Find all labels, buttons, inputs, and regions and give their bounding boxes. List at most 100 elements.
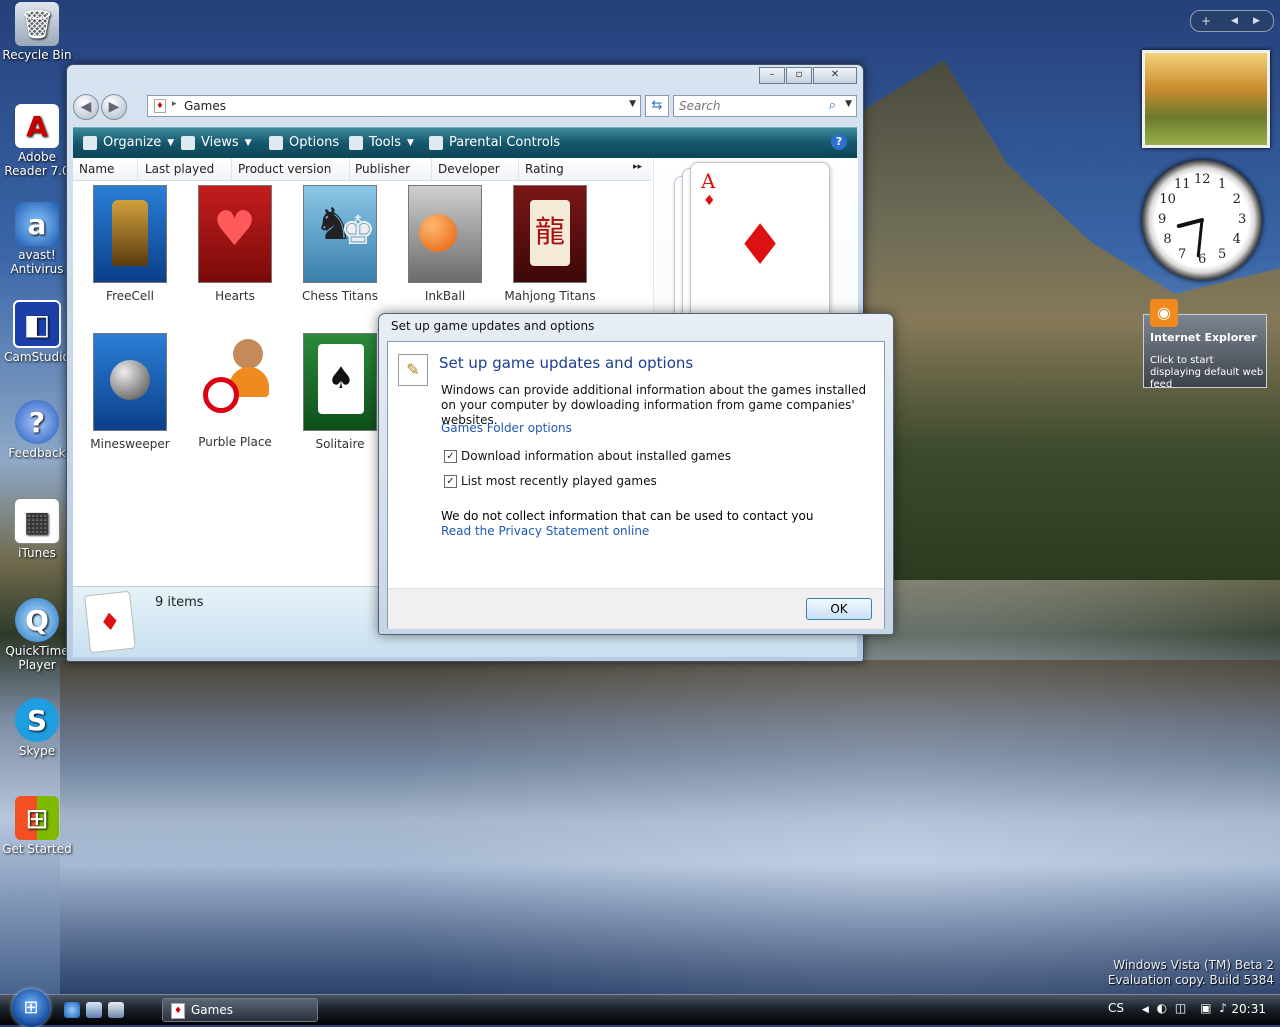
column-developer[interactable]: Developer (438, 162, 500, 176)
column-separator[interactable] (137, 158, 138, 180)
options-button[interactable]: Options (269, 135, 339, 150)
switch-windows-icon[interactable] (108, 1002, 124, 1018)
privacy-text: We do not collect information that can b… (441, 509, 814, 523)
parental-controls-button[interactable]: Parental Controls (429, 135, 560, 150)
game-label: Mahjong Titans (504, 289, 596, 303)
clock-gadget[interactable]: 12 1 2 3 4 5 6 7 8 9 10 11 (1142, 160, 1262, 280)
volume-icon[interactable]: ♪ (1219, 1001, 1227, 1015)
column-separator[interactable] (349, 158, 350, 180)
parental-controls-label: Parental Controls (449, 135, 561, 150)
chevron-down-icon: ▼ (407, 137, 414, 148)
display-icon[interactable]: ▣ (1200, 1001, 1211, 1015)
help-icon[interactable]: ? (831, 134, 847, 150)
previous-icon[interactable]: ◀ (1231, 11, 1238, 31)
clock-numeral: 2 (1232, 192, 1241, 207)
dialog-footer: OK (388, 588, 884, 629)
game-mahjong-titans[interactable]: 龍 Mahjong Titans (504, 185, 596, 303)
game-minesweeper[interactable]: Minesweeper (84, 333, 176, 451)
organize-label: Organize (103, 135, 162, 150)
feed-headlines-gadget[interactable]: ◉ Internet Explorer Click to start displ… (1143, 299, 1267, 390)
refresh-button[interactable]: ⇆ (645, 95, 669, 117)
game-purble-place[interactable]: Purble Place (189, 333, 281, 449)
search-icon[interactable]: ⌕ (829, 98, 836, 113)
recently-played-checkbox[interactable]: ✓ List most recently played games (444, 474, 657, 488)
security-icon[interactable]: ◫ (1175, 1001, 1186, 1015)
game-hearts[interactable]: ♥ Hearts (189, 185, 281, 303)
slideshow-gadget[interactable] (1142, 50, 1270, 148)
game-chess-titans[interactable]: ♞ ♚ Chess Titans (294, 185, 386, 303)
taskbar-button-games[interactable]: ♦ Games (162, 998, 318, 1022)
quicktime-icon: Q (15, 598, 59, 642)
column-publisher[interactable]: Publisher (355, 162, 410, 176)
close-button[interactable]: ✕ (813, 67, 857, 84)
show-desktop-icon[interactable] (86, 1002, 102, 1018)
desktop-icon-label: CamStudio (4, 350, 70, 364)
desktop-icon-label: avast! Antivirus (10, 248, 64, 276)
game-solitaire[interactable]: ♠ Solitaire (294, 333, 386, 451)
show-hidden-icons[interactable]: ◀ (1142, 1005, 1149, 1015)
desktop-icon-get-started[interactable]: ⊞ Get Started (2, 796, 72, 856)
views-button[interactable]: Views ▼ (181, 135, 252, 150)
add-gadget-icon[interactable]: + (1201, 11, 1211, 31)
column-rating[interactable]: Rating (525, 162, 564, 176)
game-freecell[interactable]: FreeCell (84, 185, 176, 303)
clock-time[interactable]: 20:31 (1231, 1002, 1266, 1016)
next-icon[interactable]: ▶ (1253, 11, 1260, 31)
back-button[interactable]: ◀ (73, 94, 99, 120)
tools-button[interactable]: Tools ▼ (349, 135, 414, 150)
internet-explorer-icon[interactable] (64, 1002, 80, 1018)
search-box[interactable]: Search ⌕ ▼ (673, 95, 857, 117)
clock-numeral: 1 (1218, 177, 1227, 193)
taskbar-button-label: Games (191, 1003, 233, 1017)
desktop-icon-skype[interactable]: S Skype (2, 698, 72, 758)
desktop-icon-avast[interactable]: a avast! Antivirus (2, 202, 72, 276)
column-last-played[interactable]: Last played (145, 162, 214, 176)
camstudio-icon: ◧ (13, 300, 61, 348)
more-columns-icon[interactable]: ▸▸ (633, 162, 642, 172)
start-button[interactable]: ⊞ (12, 989, 50, 1027)
checkmark-icon[interactable]: ✓ (444, 474, 457, 488)
desktop-icon-recycle-bin[interactable]: 🗑 Recycle Bin (2, 2, 72, 62)
checkmark-icon[interactable]: ✓ (444, 449, 457, 463)
desktop-icon-feedback[interactable]: ? Feedback (2, 400, 72, 460)
ok-button[interactable]: OK (806, 598, 872, 620)
desktop-icon-adobe-reader[interactable]: A Adobe Reader 7.0 (2, 104, 72, 178)
column-product-version[interactable]: Product version (238, 162, 331, 176)
forward-button[interactable]: ▶ (101, 94, 127, 120)
privacy-statement-link[interactable]: Read the Privacy Statement online (441, 524, 649, 538)
maximize-button[interactable]: ▫ (786, 67, 812, 84)
chevron-down-icon[interactable]: ▼ (845, 99, 852, 109)
adobe-reader-icon: A (15, 104, 59, 148)
caption-buttons: – ▫ ✕ (759, 67, 857, 84)
game-inkball[interactable]: InkBall (399, 185, 491, 303)
games-folder-icon: ♦ (171, 1003, 185, 1019)
games-folder-options-link[interactable]: Games Folder options (441, 421, 572, 435)
game-label: FreeCell (106, 289, 154, 303)
clock-numeral: 9 (1158, 212, 1167, 227)
minimize-button[interactable]: – (759, 67, 785, 84)
organize-button[interactable]: Organize ▼ (83, 135, 174, 150)
clock-hour-hand (1176, 218, 1204, 229)
download-info-checkbox[interactable]: ✓ Download information about installed ga… (444, 449, 731, 463)
network-icon[interactable]: ◐ (1157, 1001, 1167, 1015)
column-separator[interactable] (231, 158, 232, 180)
clock-numeral: 7 (1178, 246, 1187, 262)
breadcrumb-arrow-icon: ▸ (172, 99, 177, 109)
desktop-icon-camstudio[interactable]: ◧ CamStudio (2, 300, 72, 364)
search-input[interactable]: Search (679, 99, 721, 113)
desktop-icon-quicktime[interactable]: Q QuickTime Player (2, 598, 72, 672)
game-label: Solitaire (315, 437, 365, 451)
desktop-icon-itunes[interactable]: ▦ iTunes (2, 498, 72, 560)
chess-titans-icon: ♞ ♚ (303, 185, 377, 283)
column-separator[interactable] (518, 158, 519, 180)
chevron-down-icon[interactable]: ▼ (629, 99, 636, 109)
address-bar[interactable]: ♦ ▸ Games ▼ (147, 95, 641, 117)
tools-label: Tools (369, 135, 402, 150)
watermark-line: Windows Vista (TM) Beta 2 (1113, 958, 1274, 972)
watermark-line: Evaluation copy. Build 5384 (1107, 973, 1274, 987)
desktop-icon-label: QuickTime Player (5, 644, 69, 672)
feed-title: Internet Explorer (1150, 331, 1257, 344)
language-indicator[interactable]: CS (1108, 1001, 1124, 1015)
column-name[interactable]: Name (79, 162, 114, 176)
column-separator[interactable] (431, 158, 432, 180)
